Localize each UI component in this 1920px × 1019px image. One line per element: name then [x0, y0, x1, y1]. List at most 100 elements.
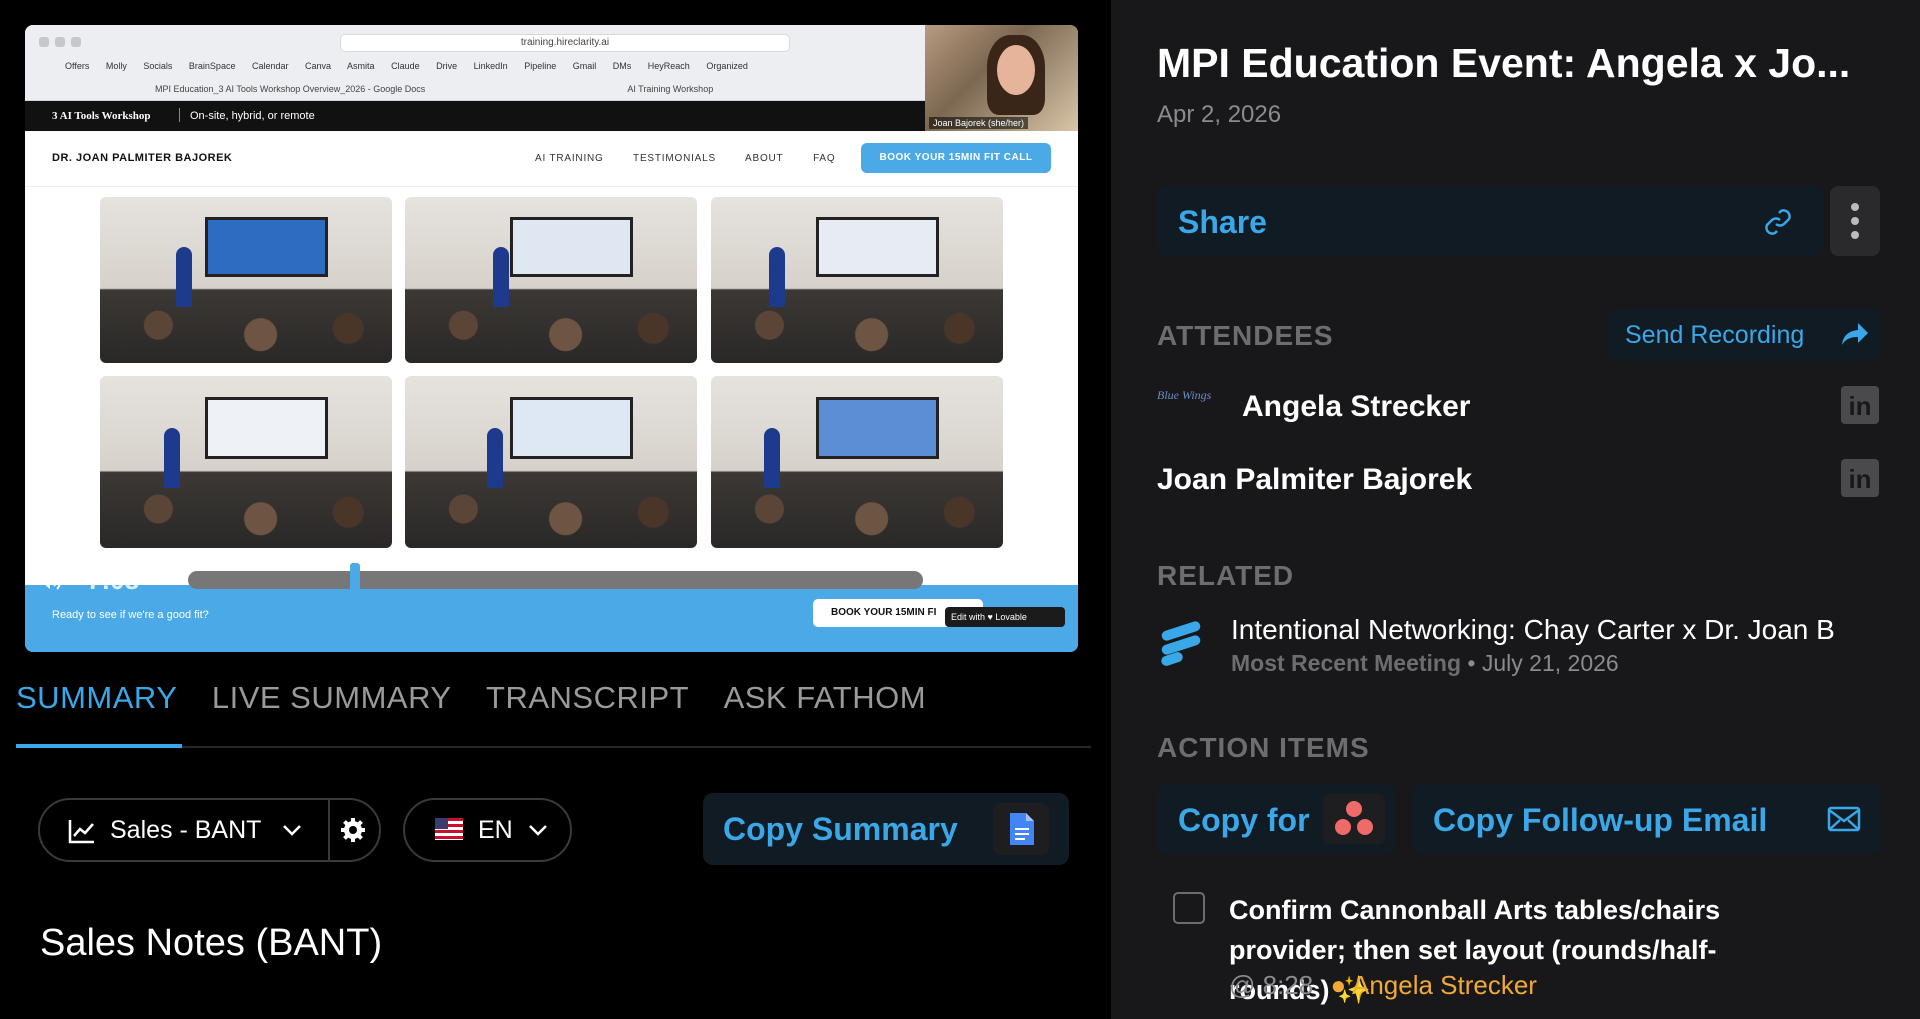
site-nav-links: AI TRAINING TESTIMONIALS ABOUT FAQ [535, 153, 861, 164]
browser-tab: AI Training Workshop [627, 84, 714, 94]
site-nav-link: FAQ [813, 153, 836, 164]
bookmark: Gmail [572, 61, 597, 71]
template-select[interactable]: Sales - BANT [38, 798, 381, 862]
copy-summary-button[interactable]: Copy Summary [703, 793, 1069, 865]
chevron-down-icon [529, 825, 547, 836]
related-heading: RELATED [1157, 560, 1295, 591]
site-cta-button: BOOK YOUR 15MIN FIT CALL [861, 143, 1051, 173]
bookmarks-bar: Offers Molly Socials BrainSpace Calendar… [65, 61, 762, 71]
active-tab-indicator [16, 744, 182, 748]
related-meeting-date: July 21, 2026 [1481, 650, 1619, 676]
bookmark: Organized [706, 61, 748, 71]
volume-icon[interactable] [37, 571, 63, 591]
bookmark: Offers [65, 61, 90, 71]
attendee-row[interactable]: Joan Palmiter Bajorek in [1157, 453, 1880, 503]
bookmark: BrainSpace [188, 61, 236, 71]
bookmark: Pipeline [524, 61, 557, 71]
bookmark: Claude [391, 61, 420, 71]
related-meeting-label: Most Recent Meeting [1231, 650, 1462, 676]
shared-browser-toolbar: training.hireclarity.ai Offers Molly Soc… [25, 25, 925, 101]
attendee-name: Joan Palmiter Bajorek [1157, 463, 1473, 496]
bookmark: Canva [305, 61, 332, 71]
send-recording-button[interactable]: Send Recording [1608, 309, 1880, 361]
recording-panel: training.hireclarity.ai Offers Molly Soc… [0, 0, 1111, 1019]
send-recording-label: Send Recording [1625, 321, 1805, 349]
related-meeting[interactable]: Intentional Networking: Chay Carter x Dr… [1157, 614, 1880, 684]
company-logo: Blue Wings [1157, 388, 1212, 402]
player-footer: 7:08 Ready to see if we're a good fit? B… [25, 563, 1078, 652]
site-header-subtitle: On-site, hybrid, or remote [190, 110, 315, 122]
workshop-photo [100, 197, 392, 363]
browser-url: training.hireclarity.ai [340, 34, 790, 52]
browser-tab: MPI Education_3 AI Tools Workshop Overvi… [155, 84, 426, 94]
tab-transcript[interactable]: TRANSCRIPT [486, 680, 689, 716]
meeting-details-panel: MPI Education Event: Angela x Jo... Apr … [1111, 0, 1920, 1019]
bookmark: Drive [436, 61, 458, 71]
meeting-title: MPI Education Event: Angela x Jo... [1157, 40, 1851, 86]
video-player[interactable]: training.hireclarity.ai Offers Molly Soc… [25, 25, 1078, 652]
tab-ask-fathom[interactable]: ASK FATHOM [724, 680, 927, 716]
tab-live-summary[interactable]: LIVE SUMMARY [212, 680, 452, 716]
separator-dot: • [1467, 650, 1476, 676]
action-item-timestamp[interactable]: @ 8:28 [1229, 970, 1313, 1000]
site-nav-link: ABOUT [745, 153, 784, 164]
more-options-button[interactable] [1830, 186, 1880, 256]
copy-for-label: Copy for [1178, 802, 1310, 838]
gear-icon[interactable] [340, 817, 366, 843]
divider [179, 108, 180, 122]
copy-summary-label: Copy Summary [723, 811, 958, 847]
person-icon: ● [1330, 970, 1347, 1000]
us-flag-icon [435, 818, 463, 840]
link-icon [1765, 209, 1791, 235]
copy-follow-up-email-button[interactable]: Copy Follow-up Email [1412, 784, 1880, 854]
scrubber-handle[interactable] [349, 563, 360, 613]
tab-summary[interactable]: SUMMARY [16, 680, 177, 716]
action-item-assignee[interactable]: Angela Strecker [1352, 970, 1537, 1000]
linkedin-icon[interactable]: in [1841, 459, 1879, 497]
divider [328, 800, 330, 860]
attendee-name: Angela Strecker [1242, 390, 1471, 423]
action-items-heading: ACTION ITEMS [1157, 732, 1370, 763]
bookmark: LinkedIn [473, 61, 508, 71]
share-arrow-icon [1842, 323, 1868, 345]
meeting-date: Apr 2, 2026 [1157, 101, 1282, 128]
webcam-name: Joan Bajorek (she/her) [929, 117, 1029, 129]
bookmark: Molly [105, 61, 127, 71]
linkedin-icon[interactable]: in [1841, 386, 1879, 424]
workshop-photo [100, 376, 392, 548]
action-item-meta: @ 8:28 ● Angela Strecker [1229, 970, 1537, 1001]
site-header-title: 3 AI Tools Workshop [52, 110, 151, 122]
lovable-badge: Edit with ♥ Lovable [945, 607, 1065, 627]
action-item-checkbox[interactable] [1173, 892, 1205, 924]
site-footer-text: Ready to see if we're a good fit? [52, 609, 209, 621]
copy-email-label: Copy Follow-up Email [1433, 802, 1768, 838]
workshop-photo [711, 376, 1003, 548]
bookmark: HeyReach [647, 61, 690, 71]
language-select[interactable]: EN [403, 798, 572, 862]
share-label: Share [1178, 204, 1267, 240]
webcam-feed: Joan Bajorek (she/her) [925, 25, 1078, 131]
browser-tabs: MPI Education_3 AI Tools Workshop Overvi… [155, 84, 913, 94]
share-button[interactable]: Share [1157, 186, 1823, 256]
related-meeting-meta: Most Recent Meeting • July 21, 2026 [1231, 650, 1619, 677]
attendees-heading: ATTENDEES [1157, 320, 1334, 351]
bookmark: DMs [612, 61, 632, 71]
notes-heading: Sales Notes (BANT) [40, 922, 383, 964]
site-nav-link: AI TRAINING [535, 153, 604, 164]
copy-for-asana-button[interactable]: Copy for [1157, 784, 1395, 854]
bookmark: Socials [143, 61, 173, 71]
site-nav: DR. JOAN PALMITER BAJOREK AI TRAINING TE… [25, 131, 1078, 187]
language-label: EN [478, 816, 513, 844]
asana-icon [1323, 794, 1385, 844]
template-label: Sales - BANT [110, 816, 262, 844]
google-docs-icon [993, 803, 1049, 855]
bookmark: Calendar [251, 61, 289, 71]
fathom-logo-icon [1161, 621, 1201, 666]
summary-tabs: SUMMARY LIVE SUMMARY TRANSCRIPT ASK FATH… [16, 680, 956, 740]
scrubber[interactable] [188, 571, 923, 589]
mail-icon [1827, 806, 1861, 832]
workshop-photo [405, 376, 697, 548]
site-header: 3 AI Tools Workshop On-site, hybrid, or … [25, 101, 925, 131]
chart-icon [68, 820, 94, 844]
attendee-row[interactable]: Blue Wings Angela Strecker in [1157, 380, 1880, 430]
